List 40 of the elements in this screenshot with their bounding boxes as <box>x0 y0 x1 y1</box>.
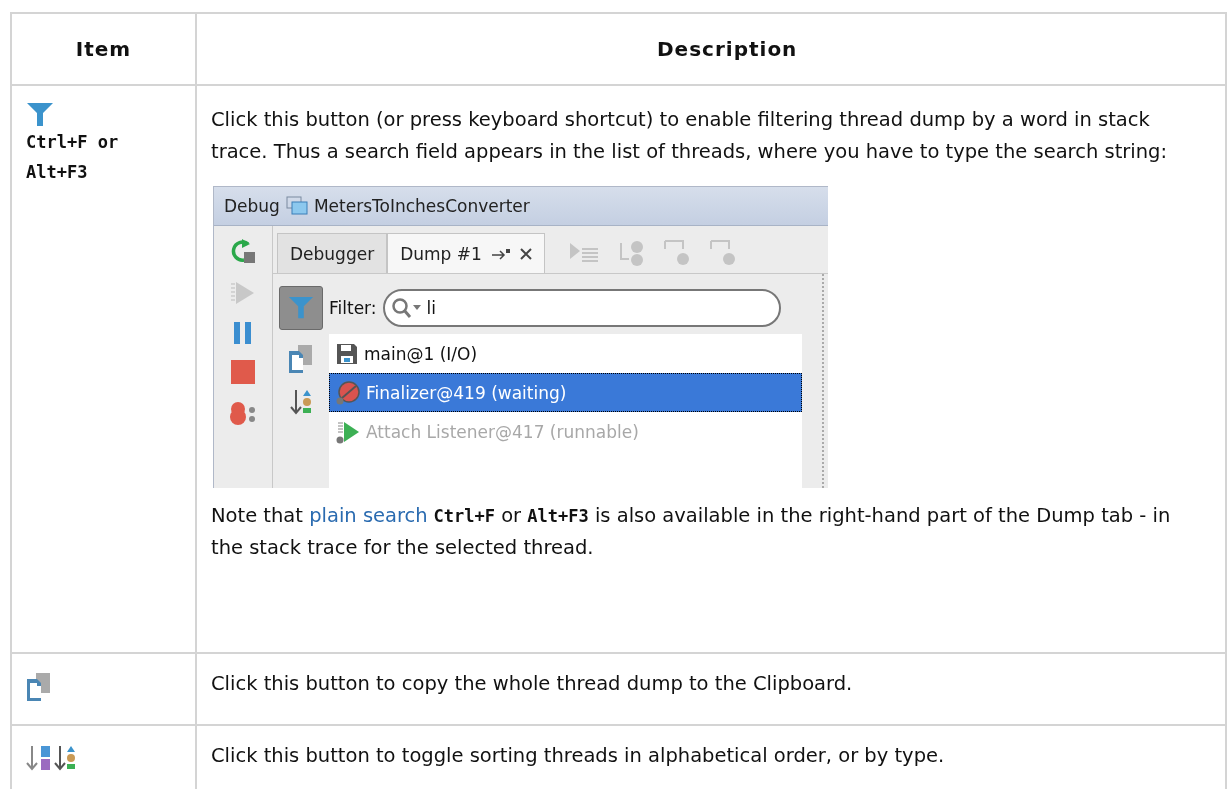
note-text: Note that plain search Ctrl+F or Alt+F3 is also available in the right-hand part of the Dump tab - in the stack trace for the selected thread. <box>211 503 1172 561</box>
pause-icon[interactable] <box>233 322 253 344</box>
sort-alpha-icon <box>26 744 52 772</box>
copy-icon <box>288 344 314 374</box>
pin-icon[interactable] <box>491 247 510 260</box>
search-icon <box>390 297 423 319</box>
step-into-icon[interactable] <box>708 239 737 267</box>
threads-icon[interactable] <box>228 400 258 426</box>
plain-search-link[interactable]: plain search <box>309 504 428 527</box>
step-into-icon[interactable] <box>662 239 691 267</box>
sort-icon <box>290 388 312 416</box>
shortcut-text: Ctrl+F or Alt+F3 <box>26 131 120 185</box>
filter-icon <box>26 102 54 128</box>
description-text: Click this button to copy the whole thread dump to the Clipboard. <box>211 671 853 697</box>
window-title: Debug <box>224 196 280 216</box>
filter-icon <box>288 296 314 320</box>
tab[interactable]: Dump #1 <box>387 233 545 273</box>
config-name: MetersToInchesConverter <box>313 196 530 216</box>
filter-label: Filter: <box>329 298 377 318</box>
header-cell: Description <box>197 14 1227 86</box>
header-cell: Item <box>12 14 197 86</box>
search-field[interactable]: li <box>382 289 781 327</box>
tab[interactable]: Debugger <box>277 233 388 273</box>
sort-icon <box>54 744 76 772</box>
description-text: Click this button (or press keyboard shortcut) to enable filtering thread dump by a word in stack trace. Thus a search field appears in the list of threads, where you have to type the search string: <box>211 107 1169 165</box>
resume-icon[interactable] <box>230 280 256 306</box>
rerun-icon[interactable] <box>230 238 256 264</box>
description-text: Click this button to toggle sorting threads in alphabetical order, or by type. <box>211 743 945 769</box>
tab-label: Debugger <box>290 243 375 264</box>
tab-label: Dump #1 <box>400 243 482 264</box>
window-icon <box>285 196 308 216</box>
close-icon[interactable] <box>519 247 532 260</box>
list-icon[interactable] <box>568 241 599 265</box>
filter-button[interactable] <box>279 286 323 330</box>
stop-icon[interactable] <box>231 360 255 384</box>
play-icon <box>336 419 360 444</box>
no-entry-icon <box>336 380 360 405</box>
copy-icon <box>26 672 52 702</box>
thread-row[interactable]: main@1 (I/O) <box>329 334 802 373</box>
thread-row[interactable]: Finalizer@419 (waiting) <box>329 373 802 412</box>
